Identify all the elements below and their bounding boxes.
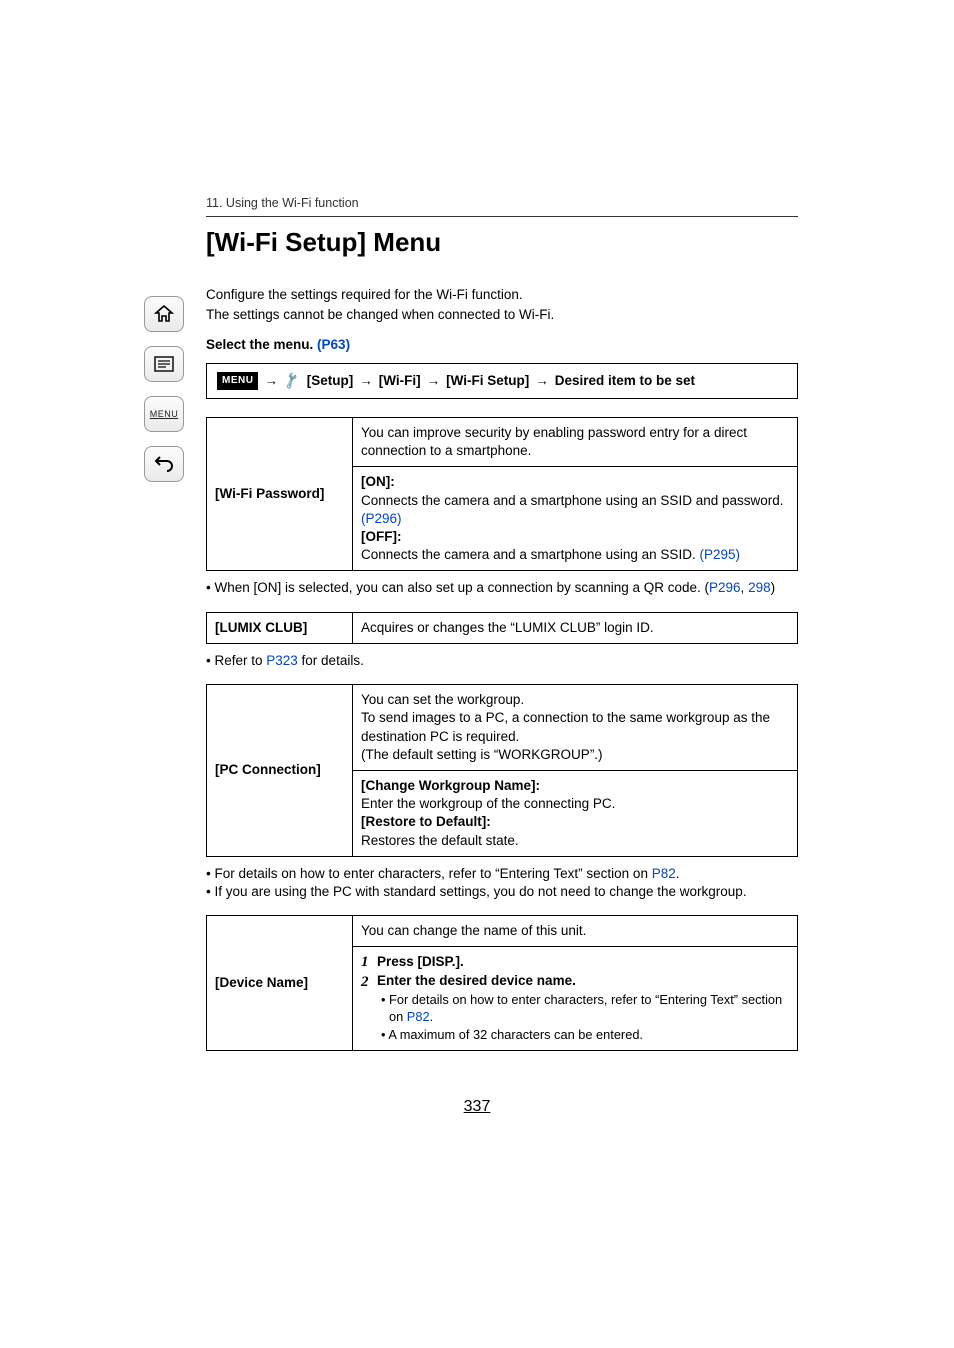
step-1: Press [DISP.]. (377, 953, 789, 971)
link-298[interactable]: 298 (748, 580, 771, 595)
menu-path-box: MENU → 🔧 [Setup] → [Wi-Fi] → [Wi-Fi Setu… (206, 363, 798, 399)
link-p296b[interactable]: P296 (709, 580, 741, 595)
back-icon[interactable] (144, 446, 184, 482)
lumix-note: Refer to P323 for details. (206, 652, 798, 670)
link-p82b[interactable]: P82 (407, 1009, 430, 1024)
step-2: Enter the desired device name. (377, 972, 789, 990)
step-sub-1: For details on how to enter characters, … (377, 992, 789, 1025)
wifi-password-desc: You can improve security by enabling pas… (353, 417, 798, 466)
menu-badge: MENU (217, 372, 258, 390)
on-text: Connects the camera and a smartphone usi… (361, 493, 784, 508)
change-workgroup-label: [Change Workgroup Name]: (361, 778, 540, 793)
page-title: [Wi-Fi Setup] Menu (206, 227, 798, 258)
pc-connection-label: [PC Connection] (207, 685, 353, 857)
page-content: 11. Using the Wi-Fi function [Wi-Fi Setu… (206, 196, 798, 1051)
pc-r1b: To send images to a PC, a connection to … (361, 710, 770, 743)
link-p63[interactable]: (P63) (317, 337, 350, 352)
step-sub-2: A maximum of 32 characters can be entere… (377, 1027, 789, 1044)
lumix-note-post: for details. (298, 653, 364, 668)
intro-line-2: The settings cannot be changed when conn… (206, 306, 798, 324)
chapter-heading: 11. Using the Wi-Fi function (206, 196, 798, 217)
link-p295[interactable]: (P295) (699, 547, 740, 562)
lumix-note-pre: Refer to (214, 653, 266, 668)
device-name-table: [Device Name] You can change the name of… (206, 915, 798, 1051)
page-number[interactable]: 337 (0, 1098, 954, 1116)
note-sep: , (741, 580, 749, 595)
step-num-2: 2 (361, 973, 377, 993)
nav-setup: [Setup] (307, 372, 354, 390)
wifi-password-options: [ON]: Connects the camera and a smartpho… (353, 467, 798, 571)
sidebar-nav: MENU (144, 296, 188, 496)
wrench-icon: 🔧 (282, 370, 303, 392)
pc-r1a: You can set the workgroup. (361, 692, 524, 707)
pc-note2: If you are using the PC with standard se… (214, 884, 746, 899)
device-name-desc: You can change the name of this unit. (353, 916, 798, 947)
lumix-club-table: [LUMIX CLUB] Acquires or changes the “LU… (206, 612, 798, 644)
contents-icon[interactable] (144, 346, 184, 382)
restore-default-label: [Restore to Default]: (361, 814, 491, 829)
nav-desired: Desired item to be set (555, 372, 695, 390)
pc-note1-post: . (676, 866, 680, 881)
on-label: [ON]: (361, 474, 395, 489)
change-workgroup-text: Enter the workgroup of the connecting PC… (361, 796, 615, 811)
lumix-club-text: Acquires or changes the “LUMIX CLUB” log… (353, 612, 798, 643)
step-num-1: 1 (361, 953, 377, 973)
wifi-password-note: When [ON] is selected, you can also set … (206, 579, 798, 597)
note-text: When [ON] is selected, you can also set … (214, 580, 709, 595)
wifi-password-table: [Wi-Fi Password] You can improve securit… (206, 417, 798, 572)
pc-connection-desc: You can set the workgroup. To send image… (353, 685, 798, 771)
link-p296[interactable]: (P296) (361, 511, 402, 526)
arrow-icon: → (264, 372, 278, 390)
off-label: [OFF]: (361, 529, 401, 544)
menu-button[interactable]: MENU (144, 396, 184, 432)
select-menu-line: Select the menu. (P63) (206, 336, 798, 354)
pc-r1c: (The default setting is “WORKGROUP”.) (361, 747, 603, 762)
link-p82[interactable]: P82 (652, 866, 676, 881)
device-name-steps: 1 2 Press [DISP.]. Enter the desired dev… (353, 947, 798, 1050)
wifi-password-label: [Wi-Fi Password] (207, 417, 353, 571)
pc-note1-pre: For details on how to enter characters, … (214, 866, 651, 881)
nav-wifi: [Wi-Fi] (379, 372, 421, 390)
select-menu-label: Select the menu. (206, 337, 317, 352)
home-icon[interactable] (144, 296, 184, 332)
pc-connection-notes: For details on how to enter characters, … (206, 865, 798, 901)
pc-connection-table: [PC Connection] You can set the workgrou… (206, 684, 798, 857)
lumix-club-label: [LUMIX CLUB] (207, 612, 353, 643)
note-post: ) (771, 580, 776, 595)
intro-line-1: Configure the settings required for the … (206, 286, 798, 304)
device-name-label: [Device Name] (207, 916, 353, 1051)
off-text: Connects the camera and a smartphone usi… (361, 547, 699, 562)
link-p323[interactable]: P323 (266, 653, 298, 668)
pc-connection-options: [Change Workgroup Name]: Enter the workg… (353, 770, 798, 856)
restore-default-text: Restores the default state. (361, 833, 519, 848)
nav-wifi-setup: [Wi-Fi Setup] (446, 372, 529, 390)
